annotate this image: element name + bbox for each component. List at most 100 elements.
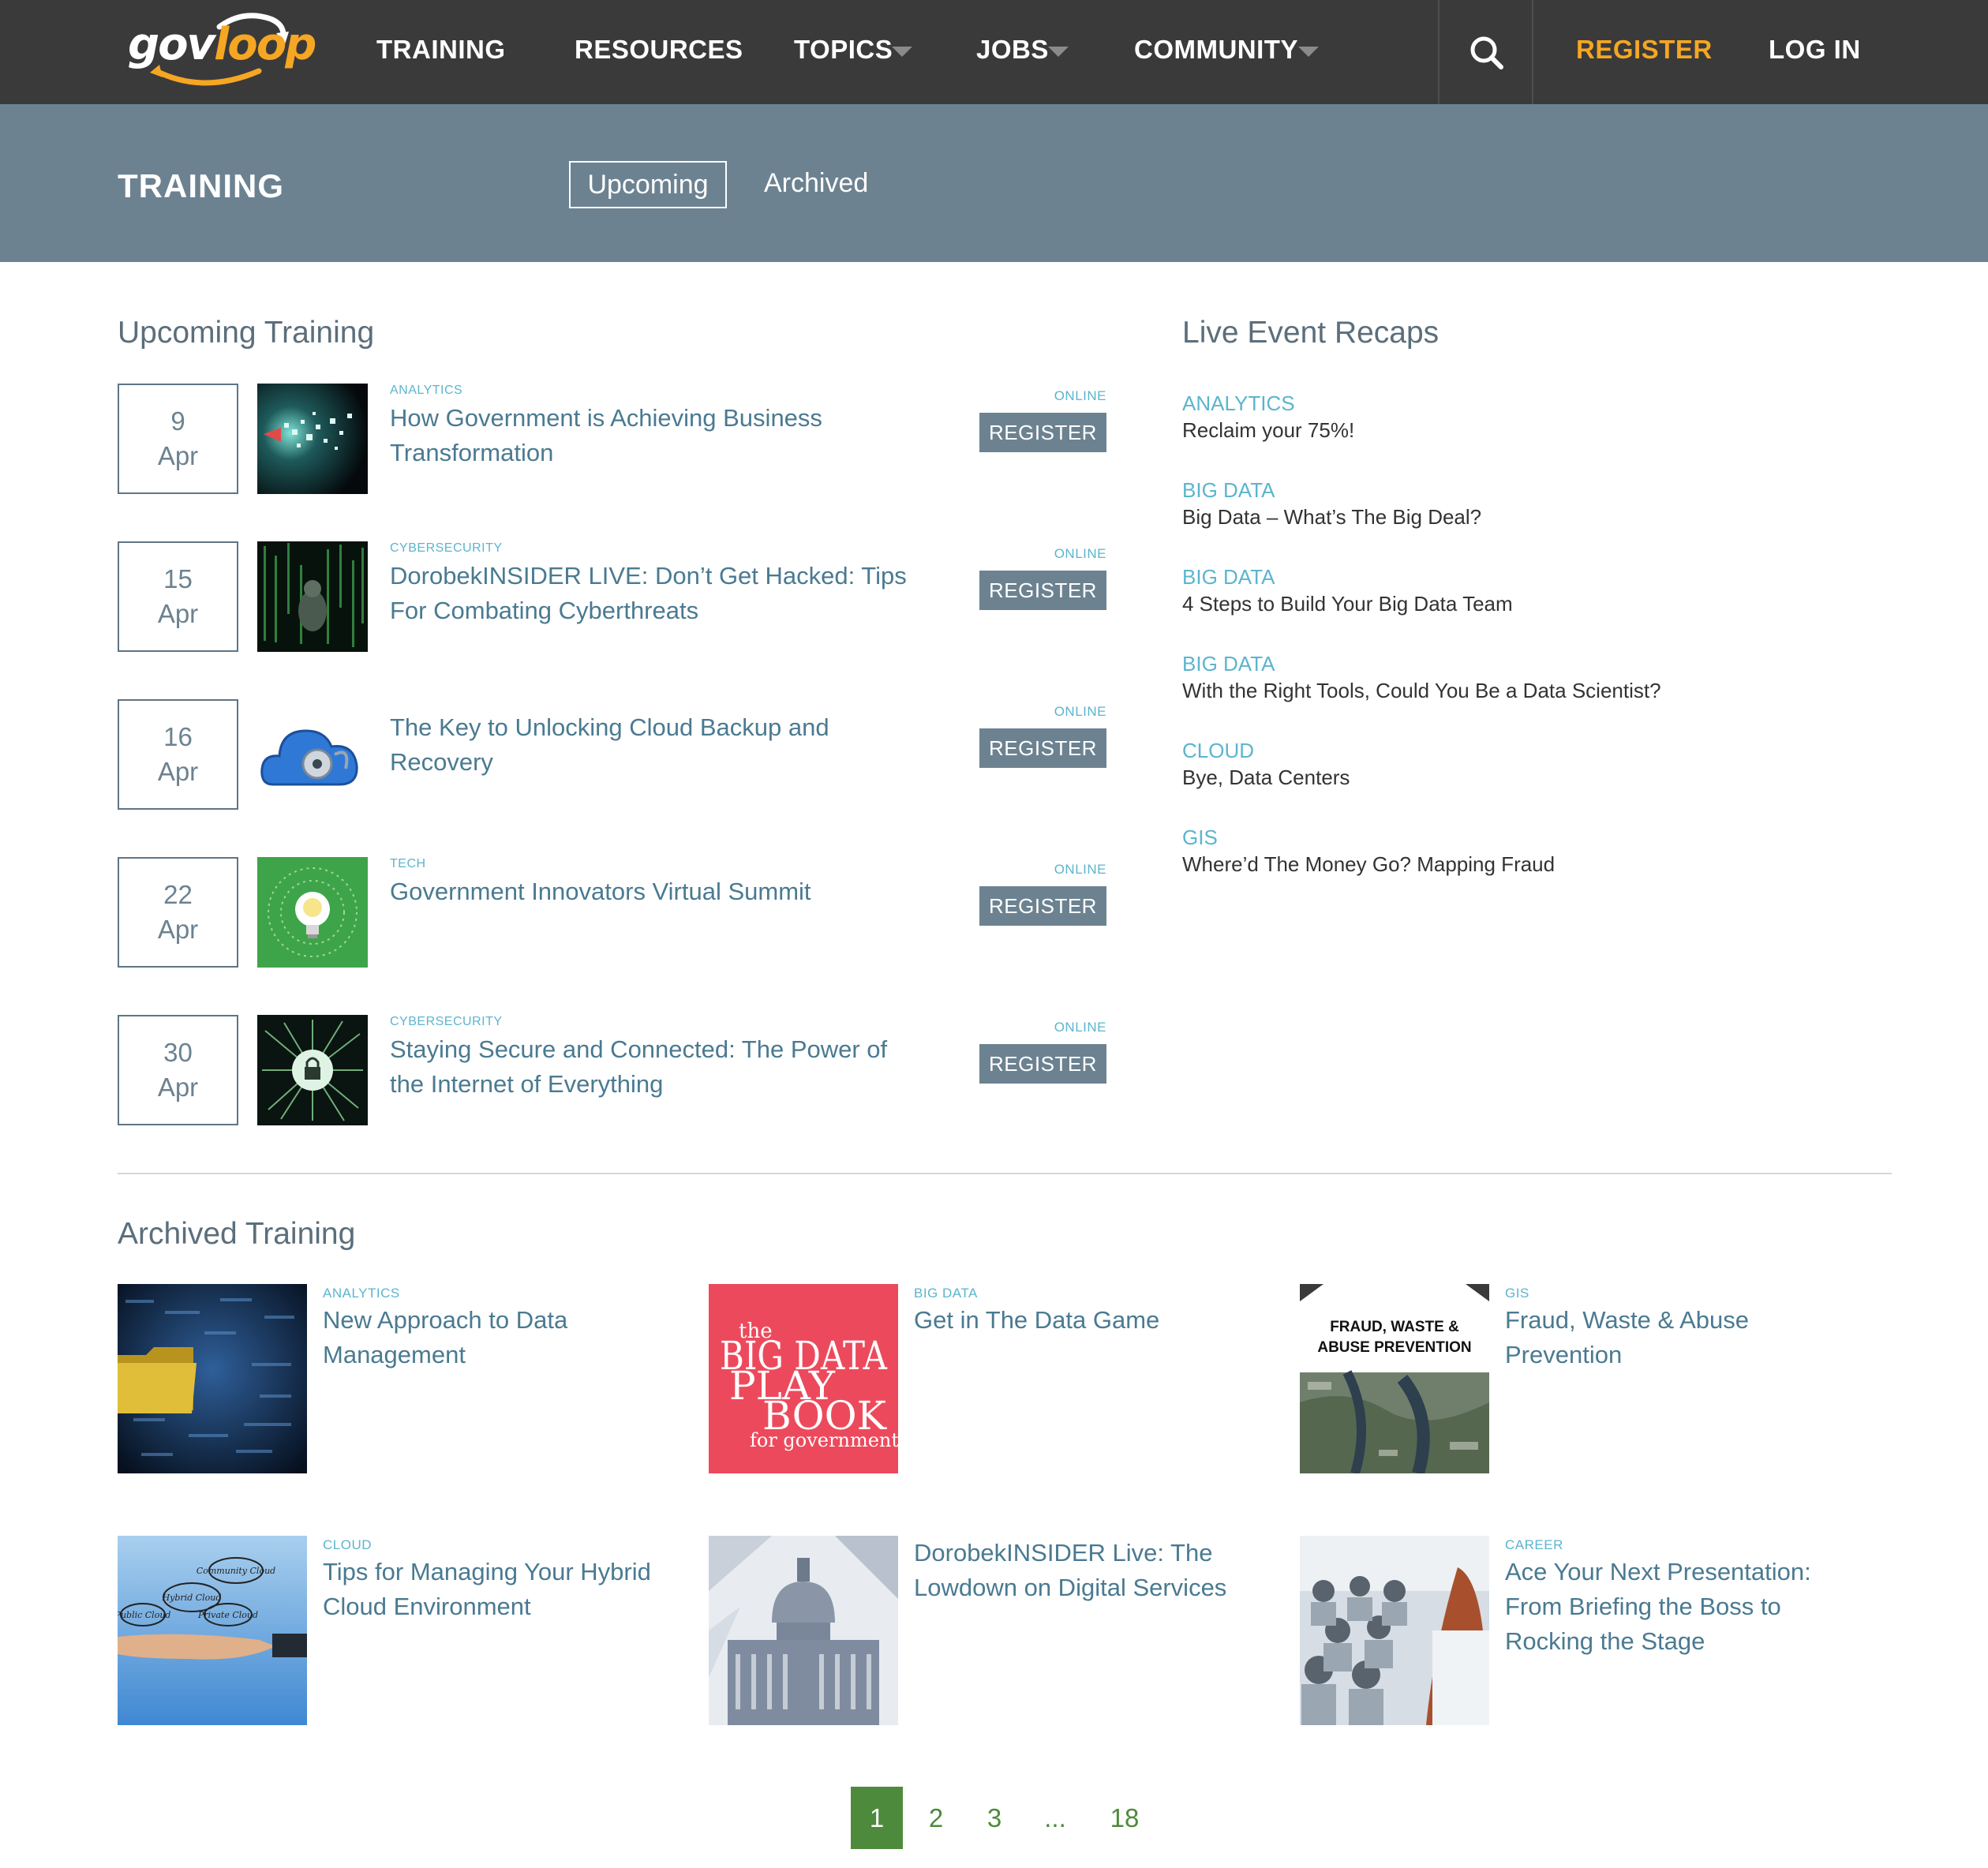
archived-category: BIG DATA: [914, 1286, 978, 1301]
event-thumbnail-lightbulb[interactable]: [257, 857, 368, 968]
archived-category: CAREER: [1505, 1537, 1563, 1552]
recap-title-link[interactable]: Big Data – What’s The Big Deal?: [1182, 503, 1814, 530]
pagination-page-1[interactable]: 1: [851, 1787, 903, 1849]
top-navigation-bar: govloop TRAINING RESOURCES TOPICS JOBS C…: [0, 0, 1988, 104]
event-month: Apr: [157, 441, 199, 470]
event-month: Apr: [157, 915, 199, 944]
event-date: 16 Apr: [118, 699, 238, 810]
nav-resources[interactable]: RESOURCES: [575, 35, 743, 65]
recap-title-link[interactable]: Where’d The Money Go? Mapping Fraud: [1182, 851, 1814, 878]
register-button[interactable]: REGISTER: [979, 886, 1106, 926]
register-button[interactable]: REGISTER: [979, 571, 1106, 610]
recap-category[interactable]: BIG DATA: [1182, 563, 1814, 590]
archived-category: ANALYTICS: [323, 1286, 400, 1301]
event-format: ONLINE: [1054, 388, 1106, 403]
nav-training[interactable]: TRAINING: [376, 35, 506, 65]
archived-title-link[interactable]: DorobekINSIDER Live: The Lowdown on Digi…: [914, 1536, 1261, 1605]
archived-title-link[interactable]: Ace Your Next Presentation: From Briefin…: [1505, 1555, 1852, 1659]
register-button[interactable]: REGISTER: [979, 728, 1106, 768]
pagination-page-3[interactable]: 3: [968, 1787, 1020, 1849]
event-month: Apr: [157, 599, 199, 628]
recap-title-link[interactable]: With the Right Tools, Could You Be a Dat…: [1182, 677, 1814, 704]
event-title-link[interactable]: How Government is Achieving Business Tra…: [390, 401, 927, 470]
pagination-page-last[interactable]: 18: [1099, 1787, 1151, 1849]
archived-item: DorobekINSIDER Live: The Lowdown on Digi…: [709, 1536, 1245, 1725]
archived-title-link[interactable]: Fraud, Waste & Abuse Prevention: [1505, 1303, 1852, 1372]
recap-category[interactable]: GIS: [1182, 824, 1814, 851]
event-day: 22: [163, 880, 193, 909]
training-event-row: 16 Apr The Key to Unlocking Cloud Backup…: [118, 699, 1106, 810]
event-thumbnail-circuit-lock[interactable]: [257, 1015, 368, 1125]
pagination-page-2[interactable]: 2: [910, 1787, 962, 1849]
topics-chevron-down-icon[interactable]: [892, 47, 912, 57]
archived-thumbnail-presentation-audience[interactable]: [1300, 1536, 1489, 1725]
jobs-chevron-down-icon[interactable]: [1048, 47, 1069, 57]
search-button[interactable]: [1440, 0, 1533, 104]
archived-category: GIS: [1505, 1286, 1529, 1301]
recap-title-link[interactable]: Reclaim your 75%!: [1182, 417, 1814, 444]
event-category: TECH: [390, 857, 426, 870]
login-link[interactable]: LOG IN: [1769, 35, 1861, 65]
recap-category[interactable]: ANALYTICS: [1182, 390, 1814, 417]
recap-title-link[interactable]: 4 Steps to Build Your Big Data Team: [1182, 590, 1814, 617]
event-title-link[interactable]: Government Innovators Virtual Summit: [390, 874, 927, 909]
archived-category: CLOUD: [323, 1537, 373, 1552]
event-format: ONLINE: [1054, 862, 1106, 877]
event-category: CYBERSECURITY: [390, 541, 503, 555]
govloop-logo[interactable]: govloop: [125, 9, 316, 88]
nav-topics[interactable]: TOPICS: [794, 35, 893, 65]
cloud-label: Community Cloud: [197, 1566, 275, 1576]
event-thumbnail-digital-particles[interactable]: [257, 384, 368, 494]
event-category: ANALYTICS: [390, 384, 463, 397]
archived-title-link[interactable]: Get in The Data Game: [914, 1303, 1261, 1338]
register-link[interactable]: REGISTER: [1576, 35, 1713, 65]
archived-thumbnail-capitol-building[interactable]: [709, 1536, 898, 1725]
archived-title-link[interactable]: New Approach to Data Management: [323, 1303, 670, 1372]
event-date: 22 Apr: [118, 857, 238, 968]
event-thumbnail-cloud-lock[interactable]: [257, 699, 368, 810]
recap-item: BIG DATA 4 Steps to Build Your Big Data …: [1182, 563, 1814, 617]
event-day: 15: [163, 564, 193, 593]
recap-category[interactable]: BIG DATA: [1182, 650, 1814, 677]
cloud-label: Hybrid Cloud: [162, 1593, 222, 1603]
archived-training-heading: Archived Training: [118, 1217, 356, 1251]
nav-jobs[interactable]: JOBS: [976, 35, 1049, 65]
event-format: ONLINE: [1054, 1020, 1106, 1035]
training-event-row: 30 Apr CYBERSECURITY Staying Secure and …: [118, 1015, 1106, 1125]
recap-item: GIS Where’d The Money Go? Mapping Fraud: [1182, 824, 1814, 878]
event-title-link[interactable]: The Key to Unlocking Cloud Backup and Re…: [390, 710, 927, 780]
register-button[interactable]: REGISTER: [979, 413, 1106, 452]
tab-upcoming[interactable]: Upcoming: [569, 161, 727, 208]
training-event-row: 22 Apr TECH Government Innovators Virtua…: [118, 857, 1106, 968]
archived-item: the BIG DATA PLAY BOOK for government BI…: [709, 1284, 1245, 1473]
recap-category[interactable]: BIG DATA: [1182, 477, 1814, 503]
section-divider: [118, 1173, 1892, 1174]
fraud-image-text: FRAUD, WASTE &: [1330, 1319, 1459, 1335]
event-title-link[interactable]: Staying Secure and Connected: The Power …: [390, 1032, 927, 1102]
register-button[interactable]: REGISTER: [979, 1044, 1106, 1084]
event-title-link[interactable]: DorobekINSIDER LIVE: Don’t Get Hacked: T…: [390, 559, 927, 628]
archived-item: Community Cloud Hybrid Cloud Public Clou…: [118, 1536, 654, 1725]
event-month: Apr: [157, 757, 199, 786]
archived-thumbnail-data-folder[interactable]: [118, 1284, 307, 1473]
community-chevron-down-icon[interactable]: [1298, 47, 1319, 57]
event-day: 9: [170, 406, 185, 436]
archived-item: ANALYTICS New Approach to Data Managemen…: [118, 1284, 654, 1473]
recap-title-link[interactable]: Bye, Data Centers: [1182, 764, 1814, 791]
live-event-recaps-heading: Live Event Recaps: [1182, 316, 1440, 350]
nav-community[interactable]: COMMUNITY: [1134, 35, 1298, 65]
event-date: 9 Apr: [118, 384, 238, 494]
tab-archived[interactable]: Archived: [764, 161, 868, 208]
recap-item: BIG DATA Big Data – What’s The Big Deal?: [1182, 477, 1814, 530]
archived-thumbnail-big-data-playbook[interactable]: the BIG DATA PLAY BOOK for government: [709, 1284, 898, 1473]
cloud-label: Public Cloud: [118, 1610, 170, 1620]
archived-thumbnail-hybrid-cloud-hand[interactable]: Community Cloud Hybrid Cloud Public Clou…: [118, 1536, 307, 1725]
event-thumbnail-code-matrix[interactable]: [257, 541, 368, 652]
training-header-band: TRAINING Upcoming Archived: [0, 104, 1988, 262]
recap-category[interactable]: CLOUD: [1182, 737, 1814, 764]
event-category: CYBERSECURITY: [390, 1015, 503, 1028]
archived-thumbnail-fraud-waste-map[interactable]: FRAUD, WASTE & ABUSE PREVENTION: [1300, 1284, 1489, 1473]
archived-title-link[interactable]: Tips for Managing Your Hybrid Cloud Envi…: [323, 1555, 670, 1624]
training-event-row: 15 Apr CYBERSECURITY DorobekINSIDER LIVE…: [118, 541, 1106, 652]
event-format: ONLINE: [1054, 546, 1106, 561]
